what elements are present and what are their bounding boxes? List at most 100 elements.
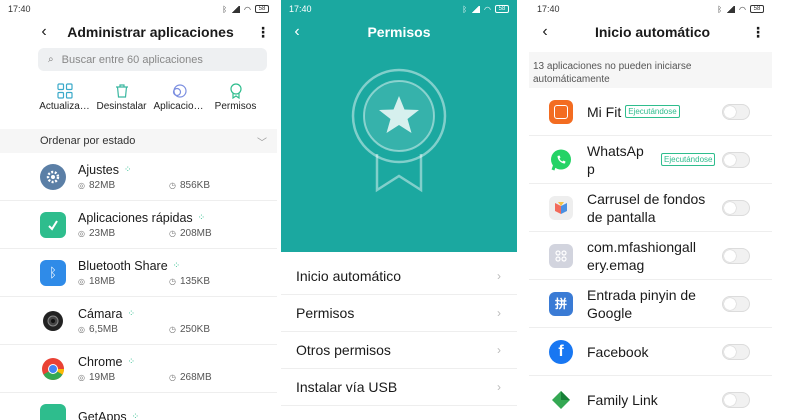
autostart-toggle[interactable]: [722, 151, 750, 168]
more-options-icon[interactable]: ⋮: [744, 24, 772, 41]
app-name: Family Link: [587, 391, 658, 408]
search-placeholder: Buscar entre 60 aplicaciones: [61, 53, 203, 66]
app-name: Bluetooth Share: [78, 258, 168, 273]
badge-star-icon: [281, 66, 517, 196]
autostart-row: WhatsAp p Ejecutándose: [529, 136, 772, 184]
permissions-screen: 17:40 ᛒ ◠ 58 ‹ Permisos Inicio automátic…: [281, 0, 517, 420]
chevron-down-icon: ﹀: [257, 137, 267, 149]
app-row[interactable]: Chrome ⁘ ◎ 19MB ◷ 268MB: [0, 345, 277, 393]
app-name: WhatsAp p: [587, 142, 644, 177]
autostart-row: Carrusel de fondos de pantalla: [529, 184, 772, 232]
storage-icon: ◎: [78, 228, 85, 238]
app-row[interactable]: Cámara ⁘ ◎ 6,5MB ◷ 250KB: [0, 297, 277, 345]
chevron-right-icon: ›: [497, 269, 501, 283]
app-storage: 82MB: [88, 179, 116, 191]
menu-install-usb[interactable]: Instalar vía USB ›: [281, 369, 517, 406]
status-time: 17:40: [8, 4, 31, 14]
running-indicator-icon: ⁘: [127, 308, 136, 318]
permissions-tool-button[interactable]: Permisos: [207, 81, 264, 123]
wifi-icon: ◠: [484, 4, 491, 14]
update-tool-button[interactable]: Actualiza…: [36, 81, 93, 123]
app-data: 268MB: [179, 371, 212, 383]
storage-icon: ◎: [78, 180, 85, 190]
autostart-screen: 17:40 ᛒ ◠ 58 ‹ Inicio automático ⋮ 13 ap…: [529, 0, 772, 420]
tool-row: Actualiza… Desinstalar Aplicacio… Permis…: [0, 81, 277, 123]
chevron-right-icon: ›: [497, 343, 501, 357]
page-title: Permisos: [367, 24, 431, 40]
menu-permissions[interactable]: Permisos ›: [281, 295, 517, 332]
storage-icon: ◎: [78, 276, 85, 286]
menu-item-label: Instalar vía USB: [296, 379, 398, 395]
app-storage: 19MB: [88, 371, 116, 383]
bluetooth-app-icon: ᛒ: [40, 259, 66, 286]
battery-icon: 58: [750, 5, 764, 13]
back-arrow-icon[interactable]: ‹: [529, 23, 561, 41]
app-row[interactable]: GetApps ⁘: [0, 393, 277, 420]
autostart-toggle[interactable]: [722, 247, 750, 264]
running-indicator-icon: ⁘: [131, 411, 140, 420]
sort-label: Ordenar por estado: [40, 135, 136, 147]
autostart-row: com.mfashiongall ery.emag: [529, 232, 772, 280]
wifi-icon: ◠: [739, 4, 746, 14]
app-row[interactable]: Aplicaciones rápidas ⁘ ◎ 23MB ◷ 208MB: [0, 201, 277, 249]
page-title: Administrar aplicaciones: [67, 24, 234, 40]
running-badge: Ejecutándose: [625, 105, 680, 118]
chrome-icon: [40, 356, 66, 382]
autostart-toggle[interactable]: [722, 391, 750, 408]
dual-apps-tool-button[interactable]: Aplicacio…: [150, 81, 207, 123]
autostart-toggle[interactable]: [722, 295, 750, 312]
autostart-row: f Facebook: [529, 328, 772, 376]
app-manager-screen: 17:40 ᛒ ◠ 58 ‹ Administrar aplicaciones …: [0, 0, 277, 420]
app-name: Cámara: [78, 306, 123, 321]
menu-other-permissions[interactable]: Otros permisos ›: [281, 332, 517, 369]
badge-icon: [207, 81, 264, 101]
clock-icon: ◷: [169, 372, 176, 382]
permissions-topbar: ‹ Permisos: [281, 18, 517, 46]
search-input[interactable]: ⌕ Buscar entre 60 aplicaciones: [38, 48, 267, 71]
menu-item-label: Otros permisos: [296, 342, 391, 358]
more-options-icon[interactable]: ⋮: [249, 24, 277, 41]
status-time: 17:40: [537, 4, 560, 14]
autostart-toggle[interactable]: [722, 343, 750, 360]
app-name: Aplicaciones rápidas: [78, 210, 193, 225]
app-data: 856KB: [179, 179, 211, 191]
chevron-right-icon: ›: [497, 306, 501, 320]
app-manager-header: ‹ Administrar aplicaciones ⋮: [0, 18, 277, 46]
clock-icon: ◷: [169, 324, 176, 334]
app-data: 250KB: [179, 323, 211, 335]
mi-fit-icon: [549, 99, 573, 124]
search-icon: ⌕: [48, 54, 54, 65]
pinyin-keyboard-icon: 拼: [549, 291, 573, 316]
signal-icon: [726, 5, 736, 13]
clock-icon: ◷: [169, 180, 176, 190]
tool-label: Actualiza…: [39, 101, 90, 112]
status-time: 17:40: [289, 4, 312, 14]
uninstall-tool-button[interactable]: Desinstalar: [93, 81, 150, 123]
autostart-row: Mi Fit Ejecutándose: [529, 88, 772, 136]
bluetooth-icon: ᛒ: [462, 4, 468, 14]
clock-icon: ◷: [169, 228, 176, 238]
quick-apps-icon: [40, 211, 66, 238]
autostart-toggle[interactable]: [722, 199, 750, 216]
running-indicator-icon: ⁘: [197, 212, 206, 222]
wallpaper-carousel-icon: [549, 195, 573, 220]
signal-icon: [231, 5, 241, 13]
getapps-icon: [40, 403, 66, 420]
battery-icon: 58: [495, 5, 509, 13]
storage-icon: ◎: [78, 372, 85, 382]
back-arrow-icon[interactable]: ‹: [36, 23, 52, 41]
whatsapp-icon: [549, 147, 573, 172]
running-badge: Ejecutándose: [661, 153, 716, 166]
autostart-header: ‹ Inicio automático ⋮: [529, 18, 772, 46]
grid-icon: [36, 81, 93, 101]
app-row[interactable]: Ajustes ⁘ ◎ 82MB ◷ 856KB: [0, 153, 277, 201]
back-arrow-icon[interactable]: ‹: [281, 23, 313, 41]
app-name: com.mfashiongall ery.emag: [587, 238, 696, 273]
app-row[interactable]: ᛒ Bluetooth Share ⁘ ◎ 18MB ◷ 135KB: [0, 249, 277, 297]
menu-autostart[interactable]: Inicio automático ›: [281, 258, 517, 295]
autostart-toggle[interactable]: [722, 103, 750, 120]
running-indicator-icon: ⁘: [172, 260, 181, 270]
bluetooth-icon: ᛒ: [717, 4, 723, 14]
sort-selector[interactable]: Ordenar por estado ﹀: [0, 129, 277, 153]
overlap-circles-icon: [150, 81, 207, 101]
